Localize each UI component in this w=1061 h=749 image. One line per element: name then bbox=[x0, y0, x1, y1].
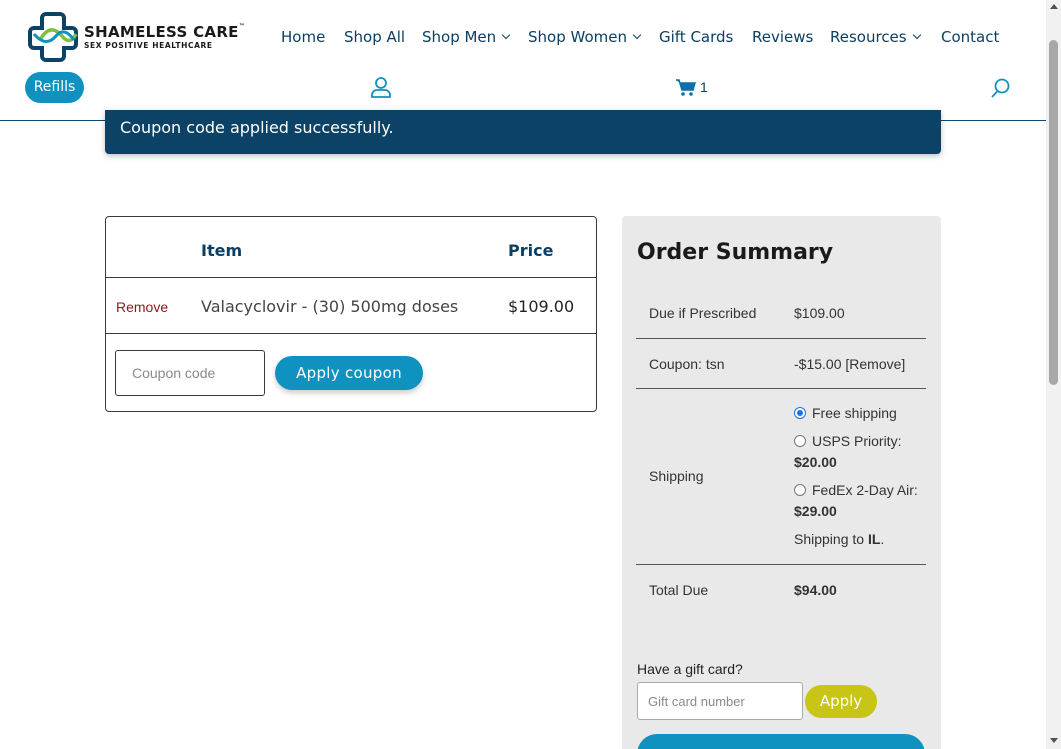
order-summary: Order Summary Due if Prescribed $109.00 … bbox=[622, 216, 941, 749]
gift-card-label: Have a gift card? bbox=[637, 661, 743, 677]
nav-shop-women[interactable]: Shop Women bbox=[528, 28, 642, 46]
scroll-up-arrow-icon[interactable] bbox=[1050, 4, 1058, 9]
summary-row-due: Due if Prescribed $109.00 bbox=[636, 288, 926, 339]
page-scrollbar[interactable] bbox=[1046, 0, 1061, 749]
site-logo[interactable]: SHAMELESS CARE™ SEX POSITIVE HEALTHCARE bbox=[26, 10, 246, 66]
remove-item-link[interactable]: Remove bbox=[116, 299, 168, 315]
notice-message: Coupon code applied successfully. bbox=[120, 118, 394, 137]
chevron-down-icon bbox=[501, 30, 511, 40]
item-price: $109.00 bbox=[508, 297, 575, 316]
cart-table-header: Item Price bbox=[106, 217, 596, 278]
remove-coupon-link[interactable]: [Remove] bbox=[845, 356, 905, 372]
shipping-destination: Shipping to IL. bbox=[794, 531, 885, 547]
radio-free-shipping[interactable] bbox=[794, 407, 806, 419]
cart-count: 1 bbox=[700, 79, 708, 95]
user-icon[interactable] bbox=[370, 76, 392, 98]
shipping-option-usps[interactable]: USPS Priority: $20.00 bbox=[794, 431, 919, 473]
gift-card-apply-button[interactable]: Apply bbox=[805, 685, 877, 718]
scroll-down-arrow-icon[interactable] bbox=[1050, 738, 1058, 743]
due-label: Due if Prescribed bbox=[649, 305, 757, 321]
nav-reviews[interactable]: Reviews bbox=[752, 28, 813, 46]
nav-gift-cards[interactable]: Gift Cards bbox=[659, 28, 733, 46]
column-header-price: Price bbox=[508, 241, 554, 260]
table-row: Remove Valacyclovir - (30) 500mg doses $… bbox=[106, 278, 596, 334]
cart-icon bbox=[676, 79, 696, 96]
site-header: SHAMELESS CARE™ SEX POSITIVE HEALTHCARE … bbox=[0, 0, 1046, 121]
nav-contact[interactable]: Contact bbox=[941, 28, 999, 46]
nav-home[interactable]: Home bbox=[281, 28, 325, 46]
nav-shop-men[interactable]: Shop Men bbox=[422, 28, 511, 46]
shipping-option-fedex[interactable]: FedEx 2-Day Air: $29.00 bbox=[794, 480, 919, 522]
coupon-code-input[interactable] bbox=[115, 350, 265, 396]
shipping-label: Shipping bbox=[649, 468, 704, 484]
summary-row-coupon: Coupon: tsn -$15.00 [Remove] bbox=[636, 339, 926, 389]
radio-fedex-2day[interactable] bbox=[794, 484, 806, 496]
total-label: Total Due bbox=[649, 582, 709, 598]
coupon-discount: -$15.00 bbox=[794, 356, 842, 372]
apply-coupon-button[interactable]: Apply coupon bbox=[275, 356, 423, 390]
scrollbar-thumb[interactable] bbox=[1049, 40, 1058, 385]
coupon-success-notice: Coupon code applied successfully. bbox=[105, 110, 941, 154]
radio-usps-priority[interactable] bbox=[794, 435, 806, 447]
gift-card-input[interactable] bbox=[637, 682, 803, 720]
nav-shop-all[interactable]: Shop All bbox=[344, 28, 405, 46]
summary-row-total: Total Due $94.00 bbox=[636, 565, 926, 615]
due-value: $109.00 bbox=[794, 305, 845, 321]
search-icon[interactable] bbox=[990, 77, 1012, 99]
column-header-item: Item bbox=[201, 241, 243, 260]
summary-row-shipping: Shipping Free shipping USPS Priority: $20… bbox=[636, 389, 926, 565]
total-value: $94.00 bbox=[794, 582, 837, 598]
chevron-down-icon bbox=[632, 30, 642, 40]
refills-button[interactable]: Refills bbox=[25, 72, 84, 103]
logo-wordmark: SHAMELESS CARE™ bbox=[84, 23, 246, 41]
shipping-option-free[interactable]: Free shipping bbox=[794, 403, 919, 424]
chevron-down-icon bbox=[912, 30, 921, 40]
coupon-label: Coupon: tsn bbox=[649, 356, 725, 372]
logo-tagline: SEX POSITIVE HEALTHCARE bbox=[84, 41, 213, 50]
item-name: Valacyclovir - (30) 500mg doses bbox=[201, 297, 459, 316]
order-summary-title: Order Summary bbox=[637, 240, 834, 265]
nav-resources[interactable]: Resources bbox=[830, 28, 921, 46]
coupon-value: -$15.00 [Remove] bbox=[794, 356, 905, 372]
cart-table: Item Price Remove Valacyclovir - (30) 50… bbox=[105, 216, 597, 412]
medical-cross-logo-icon bbox=[28, 12, 78, 62]
checkout-button[interactable] bbox=[637, 734, 925, 749]
